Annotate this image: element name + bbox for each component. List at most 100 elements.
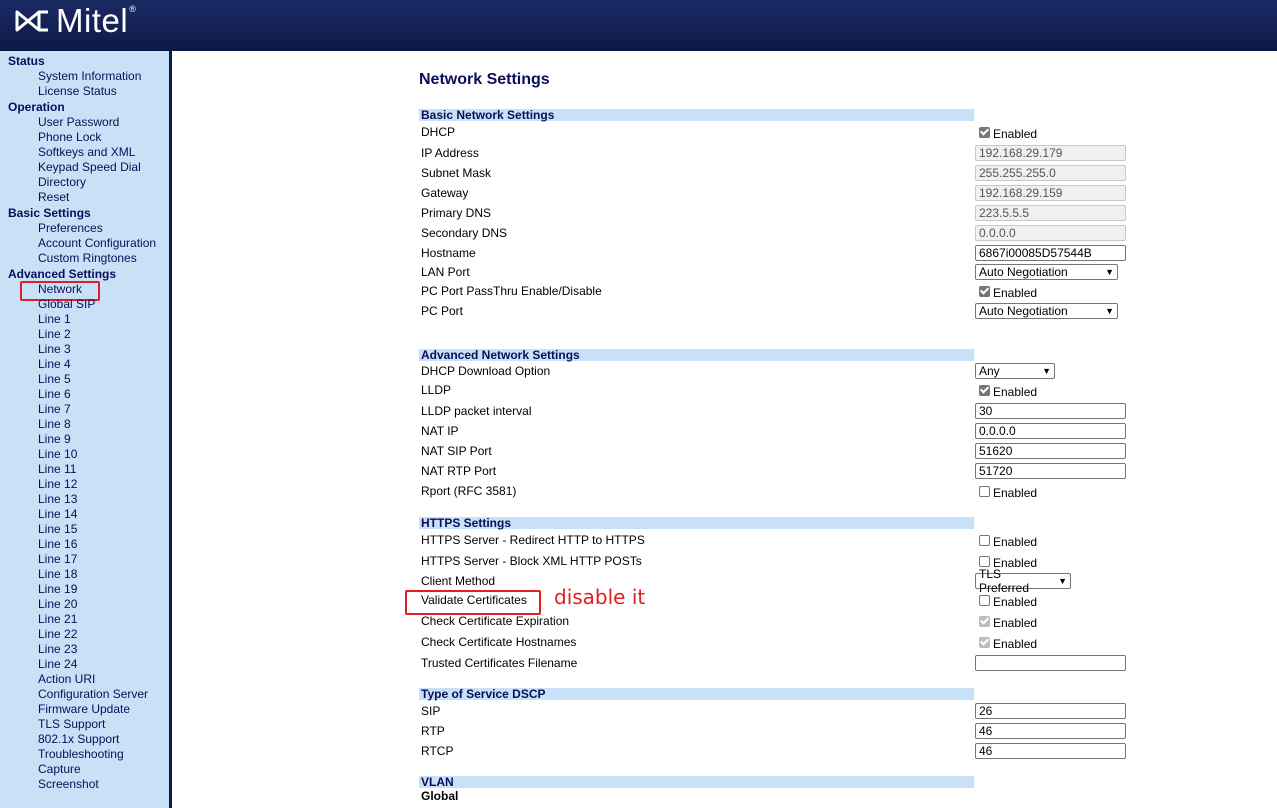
pc-passthru-checkbox[interactable] — [979, 285, 990, 297]
nav-line-4[interactable]: Line 4 — [38, 357, 71, 371]
nav-global-sip[interactable]: Global SIP — [38, 297, 95, 311]
label-check-hostnames: Check Certificate Hostnames — [421, 635, 577, 649]
label-sip: SIP — [421, 704, 441, 718]
enabled-label: Enabled — [993, 637, 1038, 651]
gateway-field[interactable]: 192.168.29.159 — [975, 185, 1126, 201]
nav-line-15[interactable]: Line 15 — [38, 522, 77, 536]
subnet-mask-field[interactable]: 255.255.255.0 — [975, 165, 1126, 181]
annotation-text: disable it — [554, 585, 646, 609]
client-method-select[interactable]: TLS Preferred ▼ — [975, 567, 1071, 595]
label-dhcp-download-option: DHCP Download Option — [421, 364, 551, 378]
nav-section-operation: Operation — [8, 100, 65, 114]
nav-line-2[interactable]: Line 2 — [38, 327, 71, 341]
nav-line-6[interactable]: Line 6 — [38, 387, 71, 401]
nav-line-8[interactable]: Line 8 — [38, 417, 71, 431]
nav-configuration-server[interactable]: Configuration Server — [38, 687, 148, 701]
trusted-filename-field[interactable] — [975, 655, 1126, 671]
label-lldp: LLDP — [421, 383, 452, 397]
nav-line-12[interactable]: Line 12 — [38, 477, 77, 491]
app-header: Mitel ® — [0, 0, 1277, 51]
nav-keypad-speed-dial[interactable]: Keypad Speed Dial — [38, 160, 141, 174]
rport-checkbox[interactable] — [979, 485, 990, 497]
check-expiration-checkbox[interactable] — [979, 615, 990, 627]
lan-port-select[interactable]: Auto Negotiation ▼ — [975, 264, 1118, 280]
primary-dns-field[interactable]: 223.5.5.5 — [975, 205, 1126, 221]
nav-line-14[interactable]: Line 14 — [38, 507, 77, 521]
nav-line-19[interactable]: Line 19 — [38, 582, 77, 596]
enabled-label: Enabled — [993, 616, 1038, 630]
check-hostnames-checkbox[interactable] — [979, 636, 990, 648]
nav-screenshot[interactable]: Screenshot — [38, 777, 99, 791]
nav-line-21[interactable]: Line 21 — [38, 612, 77, 626]
chevron-down-icon: ▼ — [1042, 366, 1051, 376]
nav-preferences[interactable]: Preferences — [38, 221, 103, 235]
nav-capture[interactable]: Capture — [38, 762, 81, 776]
ip-address-field[interactable]: 192.168.29.179 — [975, 145, 1126, 161]
nav-system-information[interactable]: System Information — [38, 69, 141, 83]
rtp-dscp-field[interactable]: 46 — [975, 723, 1126, 739]
pc-port-select[interactable]: Auto Negotiation ▼ — [975, 303, 1118, 319]
nav-line-13[interactable]: Line 13 — [38, 492, 77, 506]
lldp-checkbox[interactable] — [979, 384, 990, 396]
trademark: ® — [129, 4, 136, 14]
section-https: HTTPS Settings — [419, 517, 974, 529]
lldp-interval-field[interactable]: 30 — [975, 403, 1126, 419]
nav-troubleshooting[interactable]: Troubleshooting — [38, 747, 124, 761]
nav-custom-ringtones[interactable]: Custom Ringtones — [38, 251, 137, 265]
nav-line-22[interactable]: Line 22 — [38, 627, 77, 641]
nav-reset[interactable]: Reset — [38, 190, 69, 204]
nav-firmware-update[interactable]: Firmware Update — [38, 702, 130, 716]
nat-rtp-port-field[interactable]: 51720 — [975, 463, 1126, 479]
https-redirect-checkbox[interactable] — [979, 534, 990, 546]
label-nat-sip-port: NAT SIP Port — [421, 444, 492, 458]
dhcp-checkbox[interactable] — [979, 126, 990, 138]
https-block-xml-checkbox[interactable] — [979, 555, 990, 567]
rtcp-dscp-field[interactable]: 46 — [975, 743, 1126, 759]
dhcp-checkbox-wrap: Enabled — [979, 126, 1037, 141]
sip-dscp-field[interactable]: 26 — [975, 703, 1126, 719]
nav-line-7[interactable]: Line 7 — [38, 402, 71, 416]
nav-softkeys-xml[interactable]: Softkeys and XML — [38, 145, 135, 159]
section-vlan: VLAN — [419, 776, 974, 788]
enabled-label: Enabled — [993, 535, 1038, 549]
lan-port-value: Auto Negotiation — [979, 265, 1068, 279]
hostname-field[interactable]: 6867i00085D57544B — [975, 245, 1126, 261]
nat-ip-field[interactable]: 0.0.0.0 — [975, 423, 1126, 439]
nav-line-23[interactable]: Line 23 — [38, 642, 77, 656]
rport-checkbox-wrap: Enabled — [979, 485, 1037, 500]
nav-line-1[interactable]: Line 1 — [38, 312, 71, 326]
label-trusted-filename: Trusted Certificates Filename — [421, 656, 578, 670]
nav-line-5[interactable]: Line 5 — [38, 372, 71, 386]
https-redirect-checkbox-wrap: Enabled — [979, 534, 1038, 549]
nav-line-3[interactable]: Line 3 — [38, 342, 71, 356]
nav-license-status[interactable]: License Status — [38, 84, 117, 98]
nav-line-9[interactable]: Line 9 — [38, 432, 71, 446]
check-hostnames-checkbox-wrap: Enabled — [979, 636, 1038, 651]
nav-line-17[interactable]: Line 17 — [38, 552, 77, 566]
validate-certificates-checkbox[interactable] — [979, 594, 990, 606]
nav-tls-support[interactable]: TLS Support — [38, 717, 105, 731]
label-check-expiration: Check Certificate Expiration — [421, 614, 570, 628]
nav-line-24[interactable]: Line 24 — [38, 657, 77, 671]
enabled-label: Enabled — [993, 385, 1038, 399]
lldp-checkbox-wrap: Enabled — [979, 384, 1038, 399]
nav-8021x-support[interactable]: 802.1x Support — [38, 732, 119, 746]
label-nat-rtp-port: NAT RTP Port — [421, 464, 497, 478]
nav-action-uri[interactable]: Action URI — [38, 672, 95, 686]
label-gateway: Gateway — [421, 186, 469, 200]
nav-line-16[interactable]: Line 16 — [38, 537, 77, 551]
nav-line-10[interactable]: Line 10 — [38, 447, 77, 461]
nat-sip-port-field[interactable]: 51620 — [975, 443, 1126, 459]
nav-user-password[interactable]: User Password — [38, 115, 119, 129]
nav-line-20[interactable]: Line 20 — [38, 597, 77, 611]
nav-account-configuration[interactable]: Account Configuration — [38, 236, 156, 250]
secondary-dns-field[interactable]: 0.0.0.0 — [975, 225, 1126, 241]
dhcp-download-option-value: Any — [979, 364, 1000, 378]
dhcp-download-option-select[interactable]: Any ▼ — [975, 363, 1055, 379]
nav-phone-lock[interactable]: Phone Lock — [38, 130, 101, 144]
nav-directory[interactable]: Directory — [38, 175, 86, 189]
label-dhcp: DHCP — [421, 125, 456, 139]
label-ip-address: IP Address — [421, 146, 479, 160]
nav-line-11[interactable]: Line 11 — [38, 462, 76, 476]
nav-line-18[interactable]: Line 18 — [38, 567, 77, 581]
